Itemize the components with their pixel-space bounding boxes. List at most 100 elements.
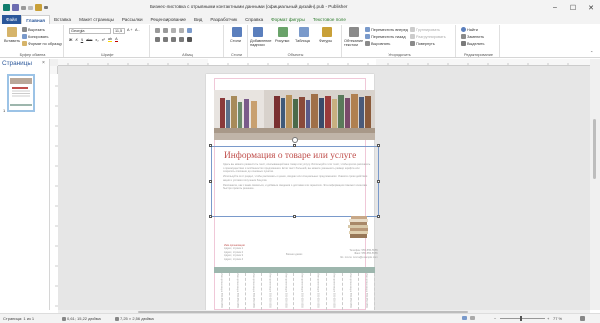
copy-button[interactable]: Копировать — [22, 34, 48, 39]
tab-page-layout[interactable]: Макет страницы — [75, 15, 118, 24]
strikethrough-button[interactable]: abc — [86, 38, 92, 42]
tab-shape-format[interactable]: Формат фигуры — [267, 15, 309, 24]
tear-off-stub[interactable]: Имя организации 555-555-5555 — [214, 273, 231, 310]
tab-mailings[interactable]: Рассылки — [118, 15, 147, 24]
save-icon[interactable] — [12, 4, 19, 11]
tear-off-stub[interactable]: Имя организации 555-555-5555 — [343, 273, 359, 310]
zoom-slider[interactable] — [500, 318, 545, 319]
increase-indent-icon[interactable] — [179, 28, 184, 33]
tab-review[interactable]: Рецензирование — [147, 15, 190, 24]
resize-handle-nw[interactable] — [209, 144, 212, 147]
underline-button[interactable]: Ч — [81, 38, 84, 42]
maximize-button[interactable]: ☐ — [564, 0, 582, 15]
subscript-button[interactable]: x₂ — [95, 38, 98, 42]
shapes-icon[interactable] — [322, 27, 332, 37]
add-text-box-button[interactable]: Добавление надписи — [250, 39, 274, 47]
vertical-scroll-thumb[interactable] — [593, 119, 596, 179]
resize-handle-w[interactable] — [209, 180, 212, 183]
text-highlight-button[interactable]: ab — [107, 37, 113, 42]
tagline-text[interactable]: Бизнес-девиз — [286, 253, 302, 256]
tab-developer[interactable]: Разработчик — [206, 15, 241, 24]
customize-qat-icon[interactable] — [44, 6, 48, 9]
find-button[interactable]: Найти — [461, 27, 478, 32]
group-button[interactable]: Группировать — [410, 27, 440, 32]
zoom-slider-knob[interactable] — [520, 316, 522, 321]
shapes-button[interactable]: Фигуры — [319, 39, 332, 43]
vertical-scrollbar[interactable] — [590, 59, 600, 310]
resize-handle-sw[interactable] — [209, 215, 212, 218]
line-spacing-icon[interactable] — [187, 28, 192, 33]
phone-block[interactable]: Телефон: 555-555-5555 Факс: 555-555-5555… — [340, 249, 378, 259]
text-box-icon[interactable] — [253, 27, 263, 37]
font-color-button[interactable]: A — [115, 37, 118, 42]
styles-icon[interactable] — [232, 27, 242, 37]
single-page-view-icon[interactable] — [462, 316, 467, 320]
styles-button[interactable]: Стили — [230, 39, 241, 43]
resize-handle-e[interactable] — [377, 180, 380, 183]
cut-button[interactable]: Вырезать — [22, 27, 45, 32]
decrease-indent-icon[interactable] — [171, 28, 176, 33]
tear-off-stub[interactable]: Имя организации 555-555-5555 — [278, 273, 295, 310]
two-page-view-icon[interactable] — [470, 316, 475, 320]
rotate-handle[interactable] — [292, 137, 298, 143]
italic-button[interactable]: К — [75, 38, 77, 42]
header-photo[interactable] — [214, 90, 375, 140]
paragraph-mark-icon[interactable] — [187, 37, 192, 42]
tab-help[interactable]: Справка — [241, 15, 267, 24]
close-button[interactable]: ✕ — [582, 0, 600, 15]
book-stack-image[interactable] — [348, 214, 370, 240]
numbering-icon[interactable] — [163, 28, 168, 33]
pages-pane-close-icon[interactable]: × — [42, 60, 45, 66]
tab-insert[interactable]: Вставка — [50, 15, 75, 24]
align-right-icon[interactable] — [171, 37, 176, 42]
wrap-text-button[interactable]: Обтекание текстом — [344, 39, 363, 47]
bold-button[interactable]: Ж — [69, 38, 72, 42]
horizontal-ruler[interactable] — [58, 59, 590, 66]
resize-handle-ne[interactable] — [377, 144, 380, 147]
justify-icon[interactable] — [179, 37, 184, 42]
rotate-button[interactable]: Повернуть — [410, 41, 435, 46]
zoom-out-button[interactable]: − — [494, 316, 496, 321]
zoom-level[interactable]: 77 % — [553, 316, 562, 321]
text-frame-selection[interactable] — [211, 146, 379, 217]
align-center-icon[interactable] — [163, 37, 168, 42]
table-icon[interactable] — [299, 27, 309, 37]
send-backward-button[interactable]: Переместить назад — [365, 34, 406, 39]
tear-off-stub[interactable]: Имя организации 555-555-5555 — [262, 273, 279, 310]
format-painter-button[interactable]: Формат по образцу — [22, 41, 62, 46]
tab-text-box[interactable]: Текстовое поле — [309, 15, 350, 24]
collapse-ribbon-icon[interactable]: ⌃ — [590, 50, 593, 55]
fit-page-icon[interactable] — [580, 316, 585, 321]
paste-icon[interactable] — [7, 27, 17, 37]
replace-button[interactable]: Заменить — [461, 34, 484, 39]
tab-home[interactable]: Главная — [21, 15, 50, 24]
undo-icon[interactable] — [21, 5, 26, 10]
font-name-combo[interactable]: Georgia — [69, 28, 111, 34]
page-indicator[interactable]: Страница: 1 из 1 — [3, 316, 34, 321]
tear-off-stub[interactable]: Имя организации 555-555-5555 — [230, 273, 247, 310]
tab-view[interactable]: Вид — [190, 15, 206, 24]
tear-off-stub[interactable]: Имя организации 555-555-5555 — [294, 273, 311, 310]
font-size-combo[interactable]: 11,5 — [113, 28, 125, 34]
bullets-icon[interactable] — [155, 28, 160, 33]
pictures-button[interactable]: Рисунки — [275, 39, 289, 43]
wrap-text-icon[interactable] — [349, 27, 359, 37]
bring-forward-button[interactable]: Переместить вперед — [365, 27, 408, 32]
redo-icon[interactable] — [28, 5, 33, 10]
resize-handle-s[interactable] — [293, 215, 296, 218]
select-button[interactable]: Выделить — [461, 41, 485, 46]
print-icon[interactable] — [35, 4, 42, 11]
paste-button[interactable]: Вставить — [4, 39, 20, 43]
align-left-icon[interactable] — [155, 37, 160, 42]
page-thumbnail[interactable] — [7, 74, 35, 112]
vertical-ruler[interactable] — [50, 66, 58, 310]
contact-block[interactable]: Имя организации Адрес, строка 1 Адрес, с… — [224, 244, 245, 261]
tear-off-stub[interactable]: Имя организации 555-555-5555 — [359, 273, 375, 310]
table-button[interactable]: Таблица — [295, 39, 310, 43]
tab-file[interactable]: Файл — [2, 15, 22, 24]
minimize-button[interactable]: – — [546, 0, 564, 15]
align-button[interactable]: Выровнять — [365, 41, 390, 46]
tear-off-stub[interactable]: Имя организации 555-555-5555 — [246, 273, 263, 310]
tear-off-stub[interactable]: Имя организации 555-555-5555 — [327, 273, 343, 310]
shrink-font-button[interactable]: A- — [135, 28, 140, 32]
